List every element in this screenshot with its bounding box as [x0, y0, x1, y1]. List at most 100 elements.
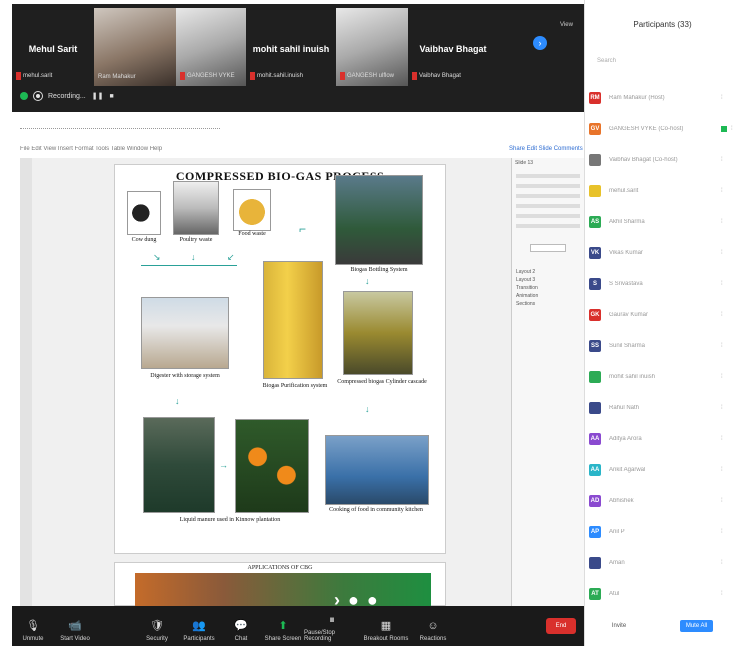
video-tile[interactable]: GANGESH VYKE [176, 8, 246, 86]
muted-icon [180, 72, 185, 80]
avatar: AT [589, 587, 601, 600]
participant-row[interactable]: SS Sunil Sharma ⁞ [585, 330, 740, 361]
participants-list: RM Ram Mahakur (Host) ⁞ GV GANGESH VYKE (Co-… [585, 82, 740, 609]
participant-row[interactable]: Aman ⁞ [585, 547, 740, 578]
invite-button[interactable]: Invite [612, 623, 626, 629]
avatar [589, 370, 601, 383]
chat-button[interactable]: 💬 Chat [220, 619, 262, 642]
end-meeting-button[interactable]: End [546, 618, 576, 634]
security-button[interactable]: 🛡 Security [136, 619, 178, 642]
participant-row[interactable]: AS Akhil Sharma ⁞ [585, 206, 740, 237]
pane-item[interactable]: Animation [512, 292, 584, 300]
participant-row[interactable]: S S Srivastava ⁞ [585, 268, 740, 299]
mic-status-icon[interactable]: ⁞ [721, 405, 723, 411]
mic-status-icon[interactable]: ⁞ [721, 281, 723, 287]
mic-status-icon[interactable]: ⁞ [721, 529, 723, 535]
mic-status-icon[interactable]: ⁞ [721, 591, 723, 597]
participant-row[interactable]: mohit sahil inuish ⁞ [585, 361, 740, 392]
pane-item[interactable]: Layout 2 [512, 268, 584, 276]
participant-row[interactable]: Vaibhav Bhagat (Co-host) ⁞ [585, 144, 740, 175]
muted-icon [412, 72, 417, 80]
pane-item[interactable]: Layout 3 [512, 276, 584, 284]
next-page-icon[interactable]: › [533, 36, 547, 50]
next-slide-page: APPLICATIONS OF CBG [114, 562, 446, 607]
recording-control-button[interactable]: ⏸ Pause/Stop Recording [304, 613, 360, 642]
stop-icon[interactable]: ■ [109, 93, 113, 100]
video-tile[interactable]: GANGESH ulflow [336, 8, 408, 86]
participant-row[interactable]: VK Vikas Kumar ⁞ [585, 237, 740, 268]
mic-status-icon[interactable]: ⁞ [721, 343, 723, 349]
video-tile[interactable]: Mehul Sarit mehul.sarit [12, 8, 94, 86]
participant-row[interactable]: GV GANGESH VYKE (Co-host) ⁞ [585, 113, 740, 144]
mic-status-icon[interactable]: ⁞ [721, 374, 723, 380]
mic-status-icon[interactable]: ⁞ [721, 560, 723, 566]
arrow-icon: ↓ [365, 276, 370, 286]
poultry-photo [173, 181, 219, 235]
pane-item[interactable]: Sections [512, 300, 584, 308]
participant-row[interactable]: AA Ankit Agarwal ⁞ [585, 454, 740, 485]
participant-name: S Srivastava [609, 280, 643, 287]
participant-name: Abhishek [609, 497, 634, 504]
video-tile[interactable]: mohit sahil inuish mohit.sahil.inuish [246, 8, 336, 86]
mic-status-icon[interactable]: ⁞ [721, 188, 723, 194]
mic-status-icon[interactable]: ⁞ [721, 312, 723, 318]
pause-icon[interactable]: ❚❚ [92, 92, 104, 100]
participant-name: mehul.sarit [609, 187, 639, 194]
avatar: AS [589, 215, 601, 228]
next-slide-title: APPLICATIONS OF CBG [247, 565, 313, 571]
participant-name: Anil P [609, 528, 625, 535]
slide-page: COMPRESSED BIO-GAS PROCESS Cow dung Poul… [114, 164, 446, 554]
participant-row[interactable]: AD Abhishek ⁞ [585, 485, 740, 516]
mic-status-icon[interactable]: ⁞ [721, 219, 723, 225]
caption-cow-dung: Cow dung [131, 237, 157, 243]
avatar: AA [589, 432, 601, 445]
share-screen-button[interactable]: ⬆ Share Screen [262, 619, 304, 642]
mic-status-icon[interactable]: ⁞ [721, 467, 723, 473]
arrow-icon: ↙ [227, 252, 235, 262]
participant-row[interactable]: AP Anil P ⁞ [585, 516, 740, 547]
video-tile[interactable]: Ram Mahakur [94, 8, 176, 86]
chat-icon: 💬 [234, 620, 248, 632]
bottling-system-photo [335, 175, 423, 265]
participant-row[interactable]: AA Aditya Arora ⁞ [585, 423, 740, 454]
mic-status-icon[interactable]: ⁞ [721, 498, 723, 504]
tile-username: GANGESH VYKE [187, 73, 235, 79]
participant-row[interactable]: GK Gaurav Kumar ⁞ [585, 299, 740, 330]
participants-title: Participants (33) [633, 20, 692, 29]
participants-search[interactable]: Search [597, 58, 616, 64]
tile-name: mohit sahil inuish [252, 44, 330, 54]
tile-username: GANGESH ulflow [347, 73, 395, 79]
reactions-button[interactable]: ☺ Reactions [412, 619, 454, 642]
pane-header: Slide 13 [515, 160, 534, 166]
participant-row[interactable]: mehul.sarit ⁞ [585, 175, 740, 206]
security-icon: 🛡 [150, 620, 164, 632]
record-indicator-icon [34, 92, 42, 100]
mic-status-icon[interactable]: ⁞ [721, 95, 723, 101]
video-tile[interactable]: Vaibhav Bhagat Vaibhav Bhagat [408, 8, 498, 86]
sidebar-tabs: Share Edit Slide Comments [509, 146, 583, 152]
unmute-button[interactable]: 🎙 Unmute [12, 619, 54, 642]
caption-liquid: Liquid manure used in Kinnow plantation [179, 517, 281, 523]
participant-row[interactable]: Rahul Nath ⁞ [585, 392, 740, 423]
start-video-button[interactable]: 📹 Start Video [54, 619, 96, 642]
control-label: Chat [234, 636, 248, 642]
avatar: VK [589, 246, 601, 259]
view-button[interactable]: View [560, 22, 573, 28]
participant-row[interactable]: AT Atul ⁞ [585, 578, 740, 609]
participants-footer: Invite Mute All [585, 620, 740, 632]
slide-gutter [20, 158, 32, 606]
mic-status-icon[interactable]: ⁞ [721, 157, 723, 163]
pane-item[interactable]: Transition [512, 284, 584, 292]
mic-status-icon[interactable]: ⁞ [721, 250, 723, 256]
pane-button[interactable] [530, 244, 566, 252]
reactions-icon: ☺ [427, 620, 439, 632]
mute-all-button[interactable]: Mute All [679, 620, 714, 632]
mic-status-icon[interactable]: ⁞ [721, 436, 723, 442]
participants-button[interactable]: 👥 Participants [178, 619, 220, 642]
mic-status-icon[interactable]: ⁞ [731, 126, 733, 132]
shared-screen: File Edit View Insert Format Tools Table… [12, 112, 584, 607]
community-kitchen-photo [325, 435, 429, 505]
breakout-rooms-button[interactable]: ▦ Breakout Rooms [360, 619, 412, 642]
caption-bottling: Biogas Bottling System [350, 267, 408, 273]
participant-row[interactable]: RM Ram Mahakur (Host) ⁞ [585, 82, 740, 113]
